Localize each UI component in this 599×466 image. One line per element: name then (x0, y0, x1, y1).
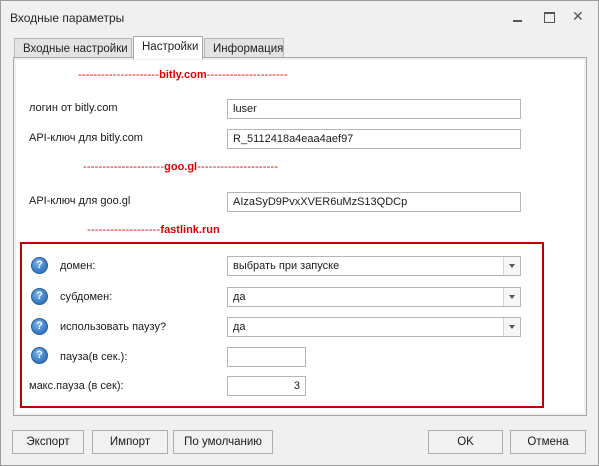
use-pause-select[interactable]: да (227, 317, 521, 337)
section-dashes: --------------------- (197, 161, 279, 173)
section-title: bitly.com (159, 69, 207, 81)
max-pause-label: макс.пауза (в сек): (29, 380, 124, 392)
ok-button[interactable]: OK (428, 430, 503, 454)
use-pause-label: использовать паузу? (60, 321, 167, 333)
bitly-login-input[interactable]: luser (227, 99, 521, 119)
help-icon[interactable]: ? (31, 347, 48, 364)
import-button[interactable]: Импорт (92, 430, 168, 454)
section-dashes: --------------------- (206, 69, 288, 81)
help-icon[interactable]: ? (31, 257, 48, 274)
settings-panel-body: ---------------------bitly.com----------… (16, 60, 584, 413)
section-dashes: --------------------- (78, 69, 160, 81)
section-header-fastlink: -------------------fastlink.run (87, 224, 220, 236)
pause-input[interactable] (227, 347, 306, 367)
googl-api-input[interactable]: AIzaSyD9PvxXVER6uMzS13QDCp (227, 192, 521, 212)
section-header-googl: ---------------------goo.gl-------------… (83, 161, 278, 173)
bitly-api-input[interactable]: R_5112418a4eaa4aef97 (227, 129, 521, 149)
tab-settings[interactable]: Настройки (133, 36, 203, 59)
dialog-window: Входные параметры ✕ Входные настройки На… (0, 0, 599, 466)
tab-input-settings[interactable]: Входные настройки (14, 38, 132, 58)
pause-label: пауза(в сек.): (60, 351, 128, 363)
close-icon[interactable]: ✕ (572, 9, 586, 23)
help-icon[interactable]: ? (31, 288, 48, 305)
minimize-icon[interactable] (511, 10, 525, 24)
window-title: Входные параметры (10, 11, 125, 25)
cancel-button[interactable]: Отмена (510, 430, 586, 454)
max-pause-input[interactable]: 3 (227, 376, 306, 396)
domain-label: домен: (60, 260, 96, 272)
maximize-icon[interactable] (542, 10, 556, 24)
section-title: goo.gl (164, 161, 198, 173)
section-dashes: ------------------- (87, 224, 161, 236)
title-bar: Входные параметры ✕ (1, 1, 598, 33)
section-dashes: --------------------- (83, 161, 165, 173)
domain-select[interactable]: выбрать при запуске (227, 256, 521, 276)
chevron-down-icon[interactable] (503, 318, 520, 336)
chevron-down-icon[interactable] (503, 257, 520, 275)
subdomain-select[interactable]: да (227, 287, 521, 307)
help-icon[interactable]: ? (31, 318, 48, 335)
domain-select-value: выбрать при запуске (233, 260, 340, 272)
export-button[interactable]: Экспорт (12, 430, 84, 454)
use-pause-select-value: да (233, 321, 246, 333)
default-button[interactable]: По умолчанию (173, 430, 273, 454)
section-title: fastlink.run (160, 224, 220, 236)
settings-panel: ---------------------bitly.com----------… (13, 57, 587, 416)
section-header-bitly: ---------------------bitly.com----------… (78, 69, 288, 81)
tab-information[interactable]: Информация (204, 38, 284, 58)
chevron-down-icon[interactable] (503, 288, 520, 306)
bitly-api-label: API-ключ для bitly.com (29, 132, 143, 144)
bitly-login-label: логин от bitly.com (29, 102, 118, 114)
subdomain-label: субдомен: (60, 291, 113, 303)
googl-api-label: API-ключ для goo.gl (29, 195, 131, 207)
subdomain-select-value: да (233, 291, 246, 303)
